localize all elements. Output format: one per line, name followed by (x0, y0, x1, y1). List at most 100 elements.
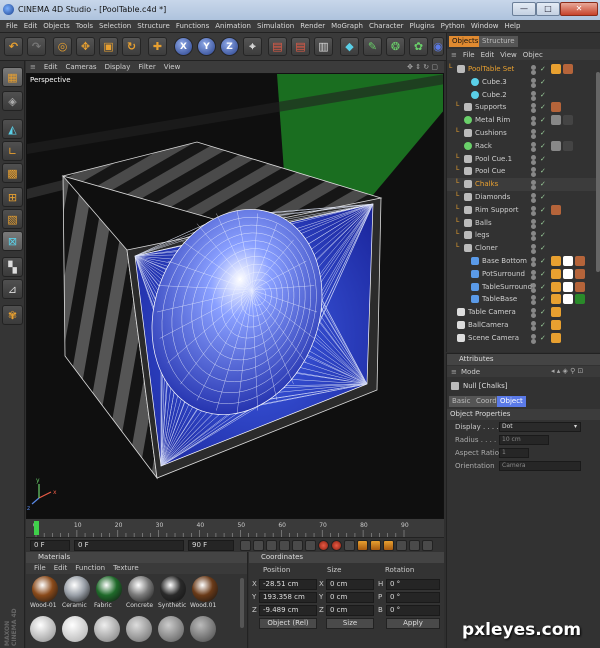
object-row[interactable]: Base Bottom ✓ (447, 255, 600, 268)
object-tag-icon[interactable] (551, 332, 561, 343)
maximize-button[interactable]: □ (536, 2, 560, 16)
menu-tools[interactable]: Tools (76, 22, 93, 30)
render-settings-icon[interactable]: ▥ (314, 37, 333, 56)
object-row[interactable]: Cube.3 ✓ (447, 76, 600, 89)
axis-mode-icon[interactable]: ⊞ (2, 187, 23, 207)
y-axis-lock-icon[interactable]: Y (197, 37, 216, 56)
object-tag-icon[interactable] (563, 281, 573, 292)
3d-viewport[interactable]: x y z Perspective (26, 73, 444, 519)
object-tag-icon[interactable] (563, 115, 573, 126)
rotation-b-field[interactable]: 0 ° (386, 605, 440, 616)
previous-key-icon[interactable] (253, 540, 264, 551)
move-tool-icon[interactable]: ✥ (76, 37, 95, 56)
redo-icon[interactable]: ↷ (27, 37, 46, 56)
object-row[interactable]: PotSurround ✓ (447, 268, 600, 281)
materials-menu-file[interactable]: File (34, 563, 46, 574)
size-z-field[interactable]: 0 cm (326, 605, 374, 616)
material-swatch[interactable]: Synthetic (158, 576, 188, 614)
minimize-button[interactable]: — (512, 2, 536, 16)
object-tag-icon[interactable] (551, 320, 561, 330)
render-visibility-dot[interactable] (531, 82, 536, 88)
edges-mode-icon[interactable]: ∟ (2, 141, 23, 161)
menu-objects[interactable]: Objects (43, 22, 69, 30)
object-tag-icon[interactable] (575, 256, 585, 266)
scale-key-icon[interactable] (370, 540, 381, 551)
menu-selection[interactable]: Selection (99, 22, 131, 30)
object-row[interactable]: L Pool Cue ✓ (447, 165, 600, 178)
object-tag-icon[interactable] (563, 294, 573, 305)
rotation-p-field[interactable]: 0 ° (386, 592, 440, 603)
viewport-menu-filter[interactable]: Filter (138, 63, 155, 71)
render-visibility-dot[interactable] (531, 95, 536, 101)
autokey-icon[interactable] (331, 540, 342, 551)
enabled-check-icon[interactable]: ✓ (540, 219, 546, 227)
z-axis-lock-icon[interactable]: Z (220, 37, 239, 56)
object-row[interactable]: Rack ✓ (447, 140, 600, 153)
tweak-mode-icon[interactable]: ▧ (2, 209, 23, 229)
object-row[interactable]: L Rim Support ✓ (447, 204, 600, 217)
menu-render[interactable]: Render (300, 22, 325, 30)
radius-field[interactable]: 10 cm (499, 435, 549, 445)
coordinate-system-icon[interactable]: ⌖ (243, 37, 262, 56)
object-tag-icon[interactable] (563, 140, 573, 151)
object-row[interactable]: Metal Rim ✓ (447, 114, 600, 127)
render-visibility-dot[interactable] (531, 262, 536, 267)
orientation-dropdown[interactable]: Camera (499, 461, 581, 471)
enabled-check-icon[interactable]: ✓ (540, 65, 546, 73)
menu-help[interactable]: Help (504, 22, 520, 30)
size-mode-dropdown[interactable]: Size (326, 618, 374, 629)
object-manager-scrollbar[interactable] (596, 72, 600, 272)
viewport-menu-view[interactable]: View (164, 63, 181, 71)
tab-objects[interactable]: Objects (449, 36, 482, 47)
object-row[interactable]: TableBase ✓ (447, 293, 600, 306)
object-tag-icon[interactable] (551, 256, 561, 266)
object-row[interactable]: L PoolTable Set ✓ (447, 63, 600, 76)
editor-visibility-dot[interactable] (531, 154, 536, 160)
locked-workplane-icon[interactable]: ⊿ (2, 279, 23, 299)
range-end-field[interactable]: 90 F (188, 540, 234, 551)
render-visibility-dot[interactable] (531, 338, 536, 344)
sculpt-icon[interactable]: ✾ (2, 305, 23, 325)
play-forward-icon[interactable] (279, 540, 290, 551)
size-x-field[interactable]: 0 cm (326, 579, 374, 590)
viewport-menu-cameras[interactable]: Cameras (65, 63, 96, 71)
apply-button[interactable]: Apply (386, 618, 440, 629)
position-key-icon[interactable] (357, 540, 368, 551)
enabled-check-icon[interactable]: ✓ (540, 129, 546, 137)
enabled-check-icon[interactable]: ✓ (540, 103, 546, 111)
go-to-end-icon[interactable] (305, 540, 316, 551)
menu-file[interactable]: File (6, 22, 18, 30)
materials-scrollbar[interactable] (240, 578, 244, 628)
material-swatch-white[interactable] (30, 616, 56, 642)
render-visibility-dot[interactable] (531, 313, 536, 319)
enabled-check-icon[interactable]: ✓ (540, 155, 546, 163)
points-mode-icon[interactable]: ◭ (2, 119, 23, 139)
render-visibility-dot[interactable] (531, 287, 536, 293)
render-to-picture-viewer-icon[interactable]: ▤ (291, 37, 310, 56)
aspect-ratio-field[interactable]: 1 (499, 448, 529, 458)
size-y-field[interactable]: 0 cm (326, 592, 374, 603)
materials-menu-function[interactable]: Function (75, 563, 105, 574)
model-mode-icon[interactable]: ✚ (148, 37, 167, 56)
render-visibility-dot[interactable] (531, 274, 536, 280)
menu-python[interactable]: Python (441, 22, 465, 30)
enabled-check-icon[interactable]: ✓ (540, 206, 546, 214)
object-row[interactable]: L Balls ✓ (447, 217, 600, 230)
close-button[interactable]: ✕ (560, 2, 598, 16)
object-tag-icon[interactable] (551, 268, 561, 279)
object-tag-icon[interactable] (551, 204, 561, 215)
enabled-check-icon[interactable]: ✓ (540, 78, 546, 86)
parameter-key-icon[interactable] (396, 540, 407, 551)
object-row[interactable]: L Cloner ✓ (447, 242, 600, 255)
undo-icon[interactable]: ↶ (4, 37, 23, 56)
enabled-check-icon[interactable]: ✓ (540, 231, 546, 239)
menu-character[interactable]: Character (369, 22, 404, 30)
object-tag-icon[interactable] (551, 102, 561, 113)
material-swatch-grey-2[interactable] (126, 616, 152, 642)
materials-menu-edit[interactable]: Edit (54, 563, 68, 574)
position-y-field[interactable]: 193.358 cm (259, 592, 317, 603)
next-frame-icon[interactable] (292, 540, 303, 551)
polygons-mode-icon[interactable]: ▩ (2, 163, 23, 183)
object-tag-icon[interactable] (575, 281, 585, 292)
menu-edit[interactable]: Edit (24, 22, 38, 30)
